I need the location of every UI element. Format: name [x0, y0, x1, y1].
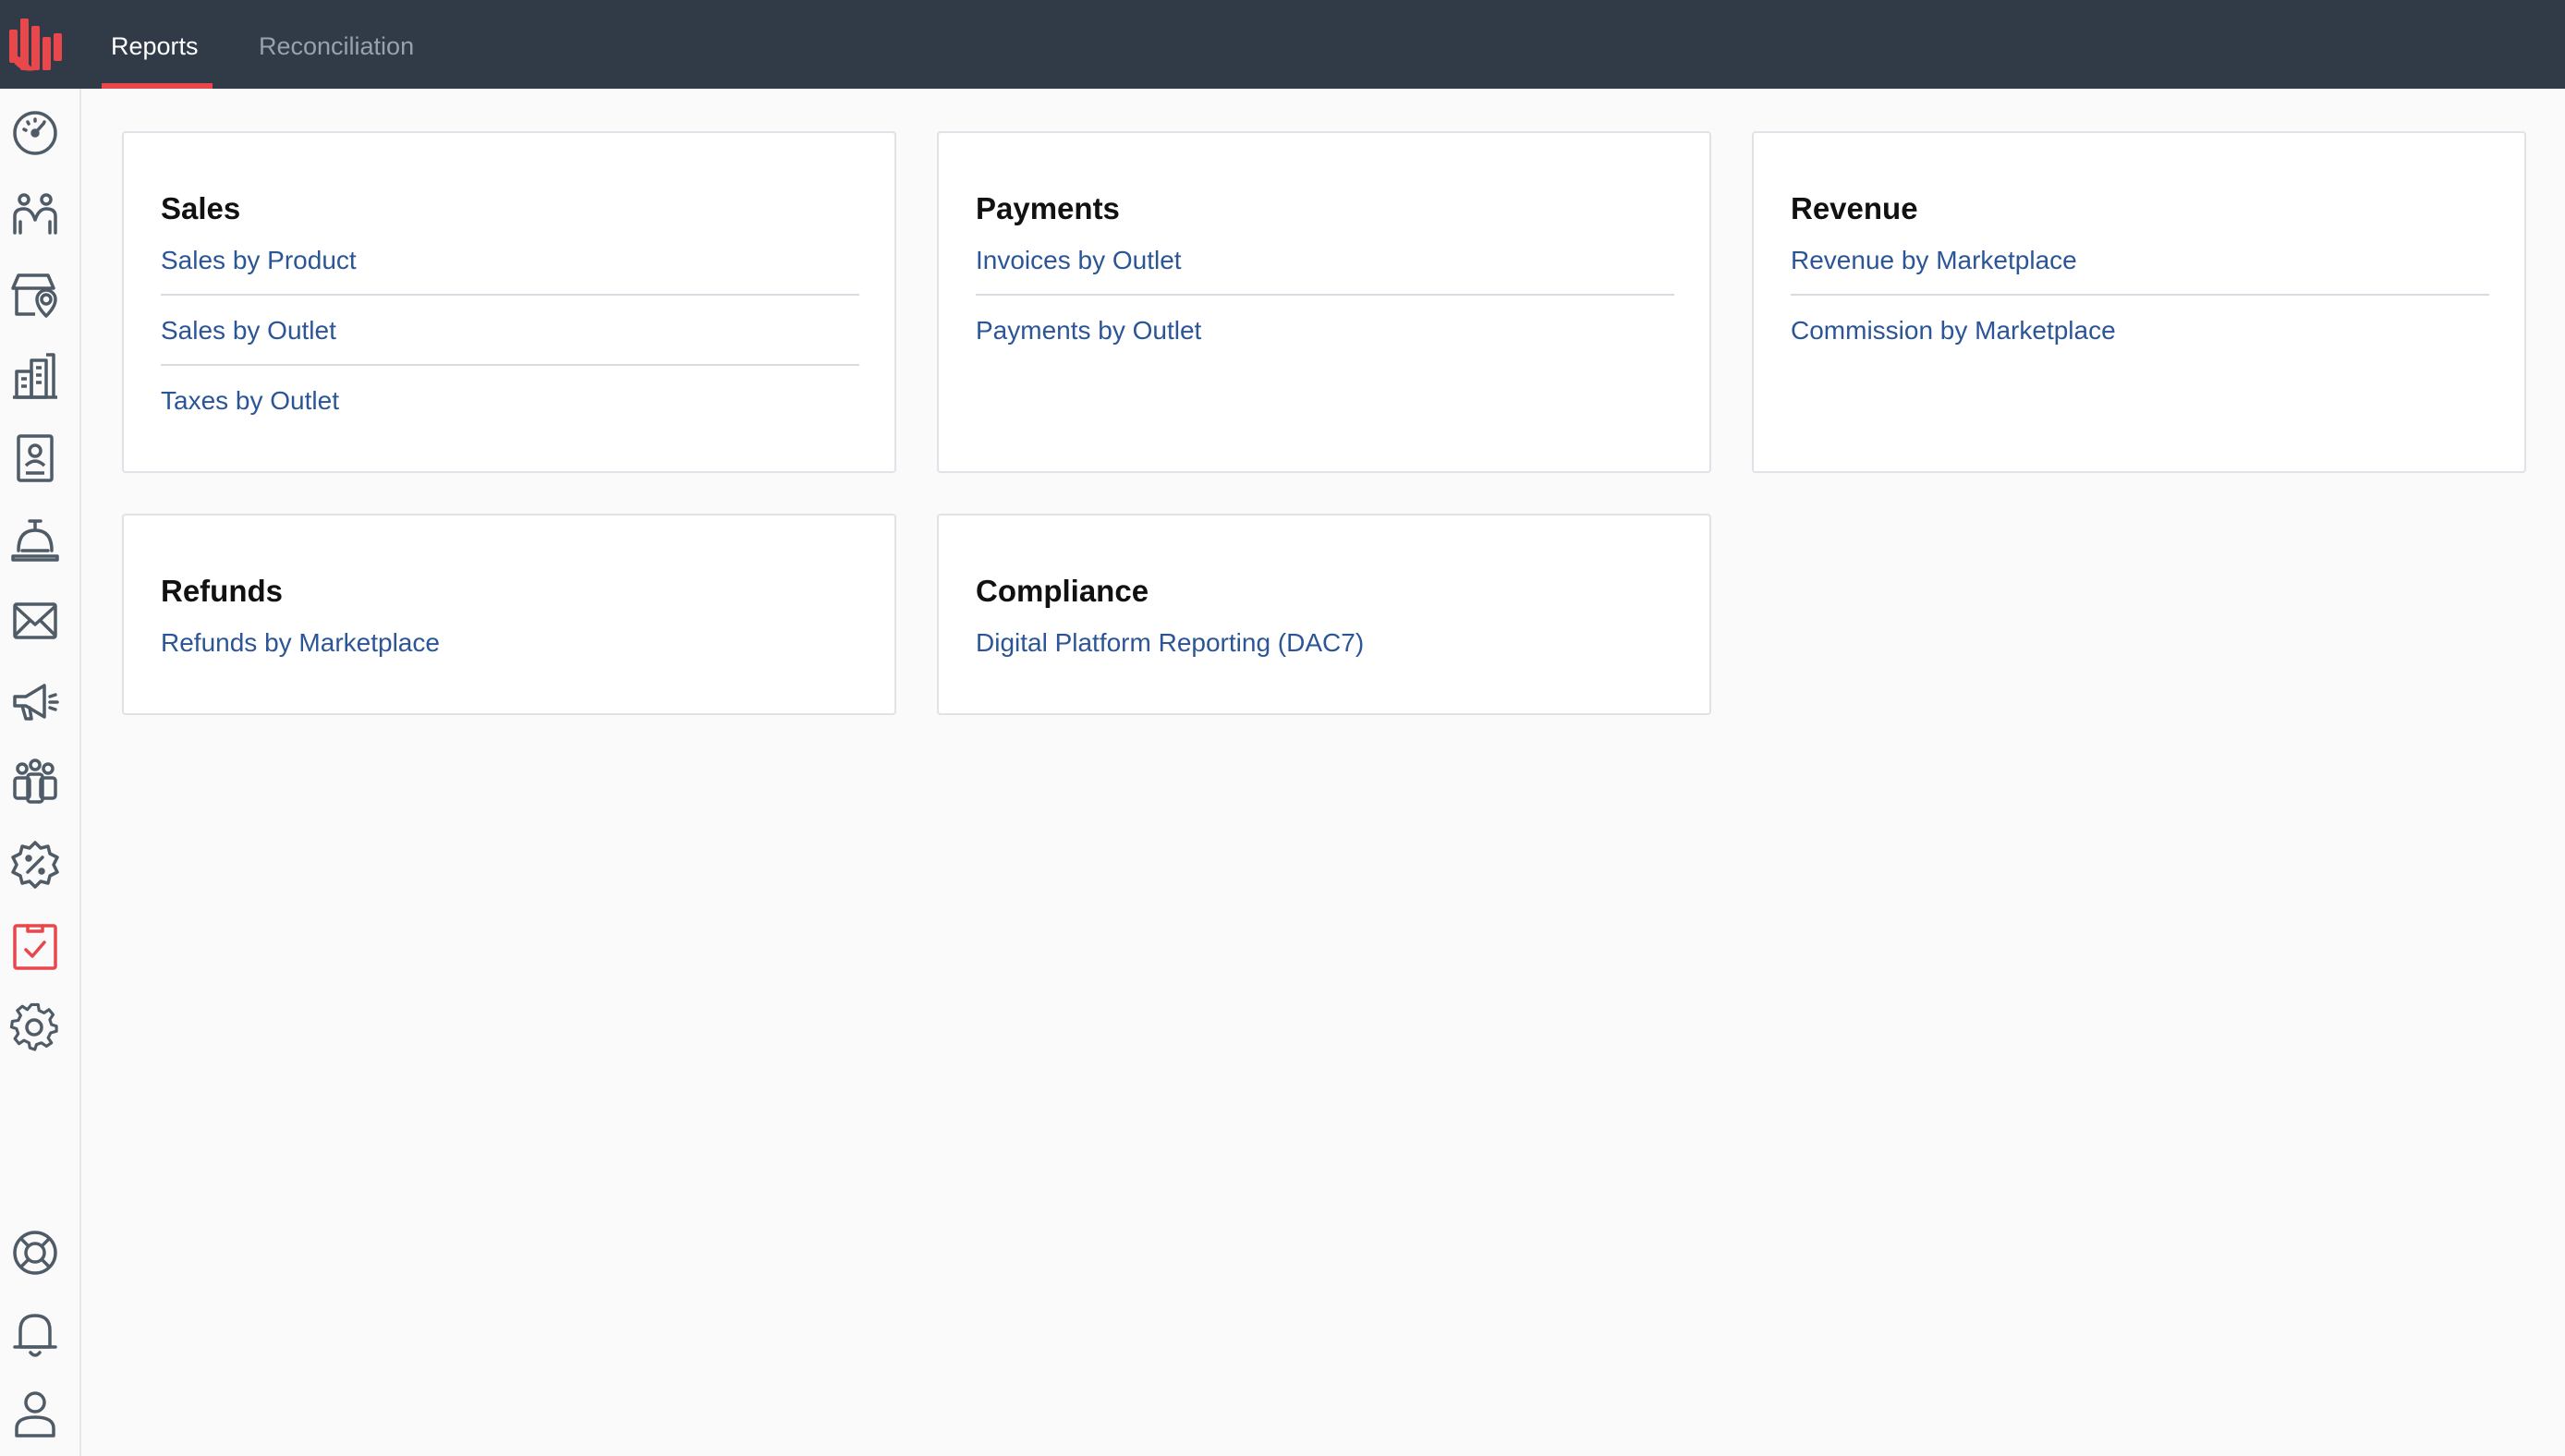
help-lifebuoy-icon: [13, 1231, 57, 1275]
sidebar-item-buildings[interactable]: [7, 349, 63, 405]
store-location-icon: [11, 273, 57, 318]
notifications-bell-icon: [13, 1314, 57, 1357]
sidebar-item-customers[interactable]: [7, 187, 63, 242]
reports-clipboard-icon: [13, 924, 57, 970]
payments-by-outlet-link[interactable]: Payments by Outlet: [976, 314, 1674, 347]
sidebar-item-marketing[interactable]: [7, 674, 63, 730]
team-icon: [13, 758, 57, 804]
revenue-card: Revenue Revenue by Marketplace Commissio…: [1752, 131, 2526, 473]
sidebar-item-notifications[interactable]: [7, 1306, 63, 1362]
refunds-card: Refunds Refunds by Marketplace: [122, 514, 896, 715]
sidebar-item-dashboard[interactable]: [7, 105, 63, 161]
buildings-icon: [13, 353, 57, 399]
card-title: Compliance: [976, 574, 1149, 608]
sidebar-item-stores[interactable]: [7, 268, 63, 323]
revenue-by-marketplace-link[interactable]: Revenue by Marketplace: [1791, 244, 2489, 277]
taxes-by-outlet-link[interactable]: Taxes by Outlet: [161, 384, 859, 418]
id-badge-icon: [17, 434, 54, 482]
compliance-card: Compliance Digital Platform Reporting (D…: [937, 514, 1711, 715]
divider: [161, 364, 859, 366]
card-title: Refunds: [161, 574, 283, 608]
sidebar-item-messages[interactable]: [7, 593, 63, 649]
sidebar-item-settings[interactable]: [7, 1000, 63, 1055]
sidebar-item-discounts[interactable]: [7, 837, 63, 892]
divider: [1791, 294, 2489, 296]
sales-card: Sales Sales by Product Sales by Outlet T…: [122, 131, 896, 473]
sidebar-item-team[interactable]: [7, 756, 63, 811]
sidebar-item-help[interactable]: [7, 1225, 63, 1280]
payments-card: Payments Invoices by Outlet Payments by …: [937, 131, 1711, 473]
divider: [161, 294, 859, 296]
sidebar: [0, 89, 81, 1456]
sales-by-outlet-link[interactable]: Sales by Outlet: [161, 314, 859, 347]
brand-logo[interactable]: [7, 17, 67, 74]
sales-by-product-link[interactable]: Sales by Product: [161, 244, 859, 277]
sidebar-item-orders[interactable]: [7, 512, 63, 567]
divider: [976, 294, 1674, 296]
settings-gear-icon: [9, 1002, 58, 1051]
dac7-reporting-link[interactable]: Digital Platform Reporting (DAC7): [976, 626, 1674, 660]
customers-icon: [13, 193, 57, 235]
card-title: Payments: [976, 191, 1120, 225]
sidebar-item-reports[interactable]: [7, 918, 63, 974]
active-tab-indicator: [102, 83, 213, 89]
user-profile-icon: [15, 1391, 55, 1438]
commission-by-marketplace-link[interactable]: Commission by Marketplace: [1791, 314, 2489, 347]
card-title: Revenue: [1791, 191, 1918, 225]
hand-logo-icon: [9, 18, 62, 71]
tab-reports[interactable]: Reports: [102, 0, 208, 89]
tab-reconciliation[interactable]: Reconciliation: [249, 0, 423, 89]
sidebar-item-profile[interactable]: [7, 1386, 63, 1441]
invoices-by-outlet-link[interactable]: Invoices by Outlet: [976, 244, 1674, 277]
mail-icon: [13, 602, 57, 639]
refunds-by-marketplace-link[interactable]: Refunds by Marketplace: [161, 626, 859, 660]
service-bell-icon: [11, 519, 59, 562]
top-navigation-bar: Reports Reconciliation: [0, 0, 2565, 89]
megaphone-icon: [13, 684, 59, 721]
dashboard-gauge-icon: [13, 111, 57, 155]
card-title: Sales: [161, 191, 241, 225]
sidebar-item-staff[interactable]: [7, 431, 63, 486]
discount-badge-icon: [11, 841, 59, 889]
